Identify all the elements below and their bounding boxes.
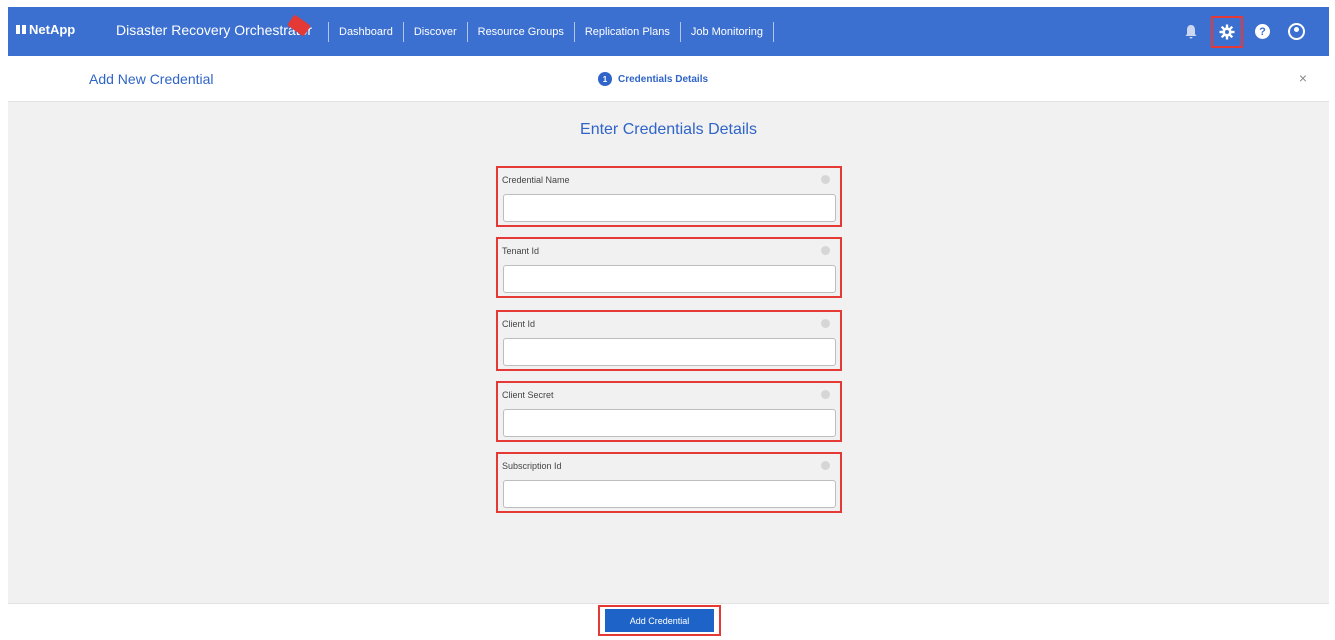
nav-job-monitoring[interactable]: Job Monitoring	[691, 26, 763, 38]
field-label: Credential Name	[502, 175, 570, 185]
info-icon[interactable]	[821, 390, 830, 399]
nav-discover[interactable]: Discover	[414, 26, 457, 38]
info-icon[interactable]	[821, 175, 830, 184]
nav-replication-plans[interactable]: Replication Plans	[585, 26, 670, 38]
subscription-id-input[interactable]	[503, 480, 836, 508]
client-secret-input[interactable]	[503, 409, 836, 437]
credential-name-input[interactable]	[503, 194, 836, 222]
field-label: Client Secret	[502, 390, 554, 400]
logo-text: NetApp	[29, 22, 76, 37]
add-credential-button[interactable]: Add Credential	[605, 609, 714, 632]
nav-divider	[773, 21, 774, 42]
settings-button[interactable]	[1211, 15, 1243, 48]
client-id-field: Client Id	[496, 310, 842, 371]
help-icon[interactable]: ?	[1255, 24, 1270, 39]
subscription-id-field: Subscription Id	[496, 452, 842, 513]
wizard-step: 1 Credentials Details	[598, 72, 708, 86]
user-icon[interactable]	[1288, 23, 1305, 40]
bell-icon[interactable]	[1183, 24, 1199, 40]
nav-divider	[466, 21, 468, 42]
client-id-input[interactable]	[503, 338, 836, 366]
tenant-id-field: Tenant Id	[496, 237, 842, 298]
page-title: Add New Credential	[89, 71, 214, 87]
main-nav: Dashboard Discover Resource Groups Repli…	[318, 7, 784, 56]
app-title: Disaster Recovery Orchestrator	[116, 22, 313, 38]
info-icon[interactable]	[821, 319, 830, 328]
wizard-header: Add New Credential 1 Credentials Details…	[8, 56, 1329, 102]
top-nav-bar: NetApp Disaster Recovery Orchestrator Da…	[8, 7, 1329, 56]
credential-name-field: Credential Name	[496, 166, 842, 227]
header-actions: ?	[1183, 7, 1305, 56]
form-title: Enter Credentials Details	[580, 121, 757, 138]
field-label: Subscription Id	[502, 461, 562, 471]
info-icon[interactable]	[821, 461, 830, 470]
close-icon[interactable]: ×	[1299, 70, 1307, 86]
info-icon[interactable]	[821, 246, 830, 255]
step-number-badge: 1	[598, 72, 612, 86]
nav-divider	[679, 21, 681, 42]
netapp-logo[interactable]: NetApp	[16, 22, 75, 37]
step-label: Credentials Details	[618, 73, 709, 85]
field-label: Client Id	[502, 319, 536, 329]
tenant-id-input[interactable]	[503, 265, 836, 293]
nav-divider	[402, 21, 404, 42]
nav-dashboard[interactable]: Dashboard	[339, 26, 393, 38]
nav-divider	[328, 21, 329, 42]
netapp-logo-icon	[16, 25, 26, 34]
gear-icon	[1219, 24, 1235, 39]
app-frame: NetApp Disaster Recovery Orchestrator Da…	[8, 7, 1329, 640]
nav-resource-groups[interactable]: Resource Groups	[478, 26, 564, 38]
nav-divider	[573, 21, 575, 42]
field-label: Tenant Id	[502, 246, 540, 256]
add-credential-highlight: Add Credential	[598, 605, 721, 636]
client-secret-field: Client Secret	[496, 381, 842, 442]
